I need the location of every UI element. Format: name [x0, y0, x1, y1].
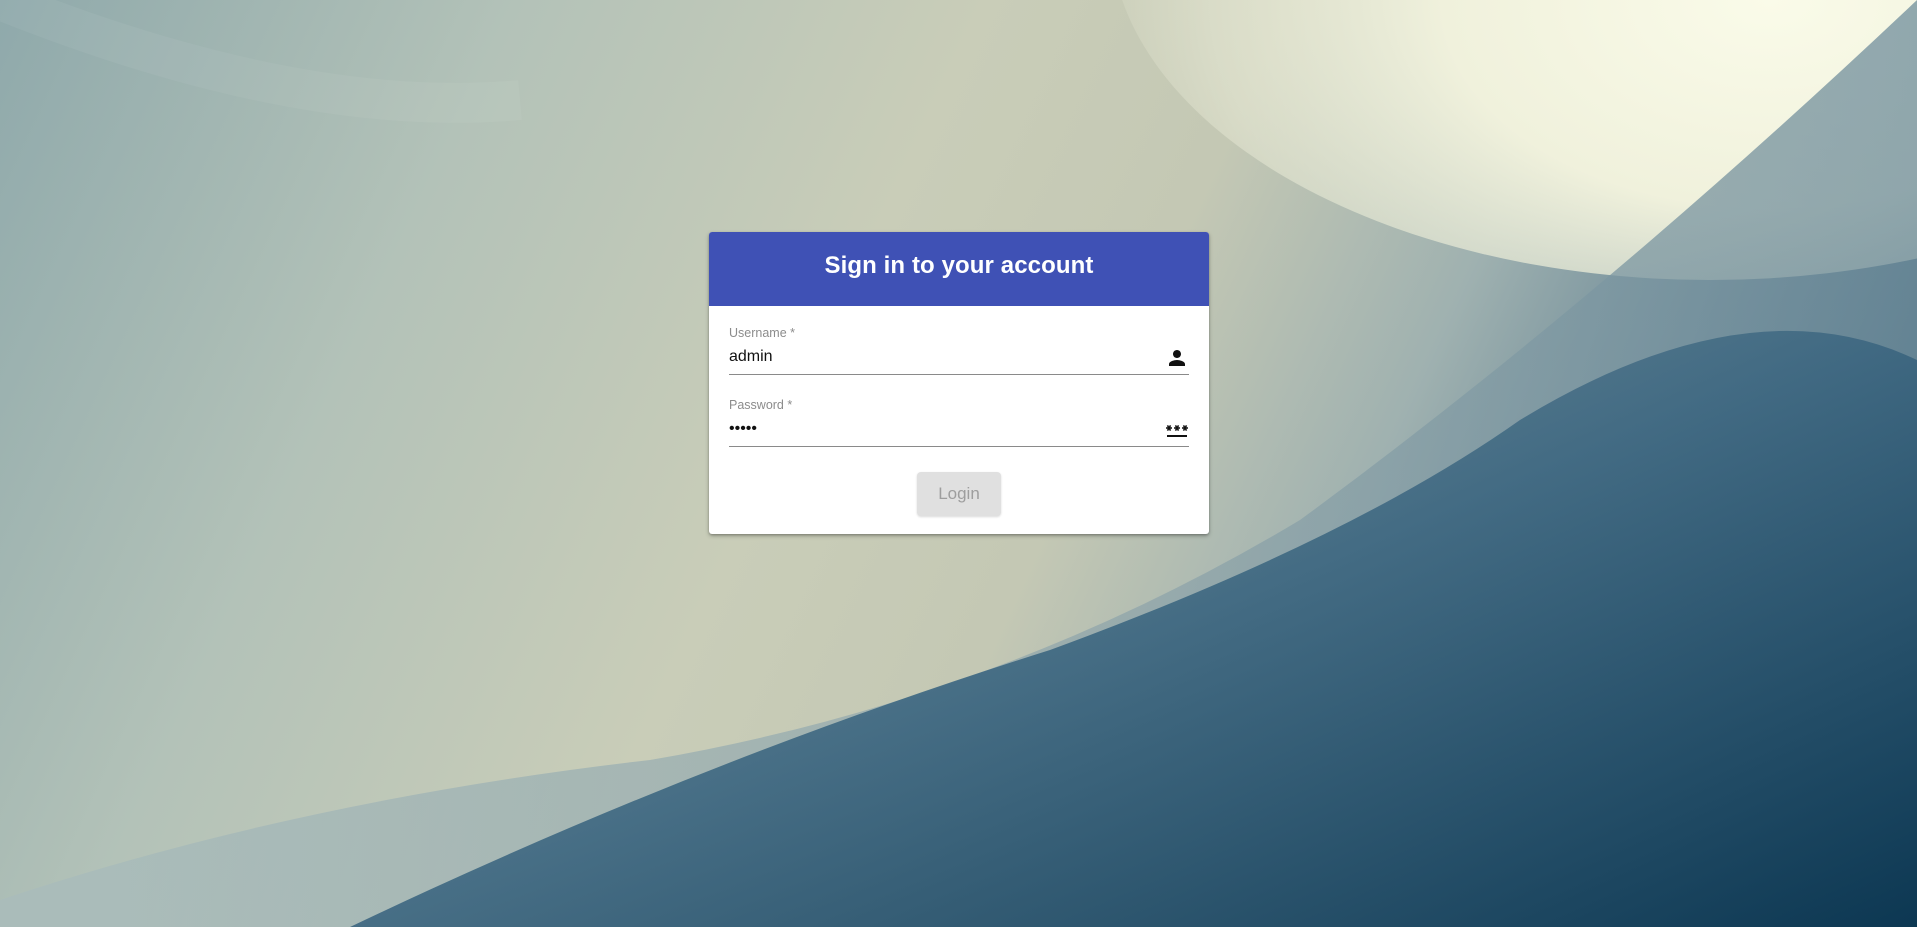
username-label: Username * [729, 326, 795, 340]
login-header: Sign in to your account [709, 232, 1209, 306]
login-title: Sign in to your account [824, 252, 1094, 279]
password-field: Password * [729, 378, 1189, 450]
login-card: Sign in to your account Username * Passw… [709, 232, 1209, 534]
username-field: Username * [729, 306, 1189, 378]
password-icon [1166, 425, 1188, 437]
password-input[interactable] [729, 418, 1149, 440]
password-label: Password * [729, 398, 793, 412]
password-underline [729, 446, 1189, 447]
login-button[interactable]: Login [917, 472, 1001, 516]
login-form: Username * Password * Login [709, 306, 1209, 516]
form-actions: Login [729, 450, 1189, 516]
username-underline [729, 374, 1189, 375]
person-icon [1169, 350, 1185, 366]
username-input[interactable] [729, 346, 1149, 368]
